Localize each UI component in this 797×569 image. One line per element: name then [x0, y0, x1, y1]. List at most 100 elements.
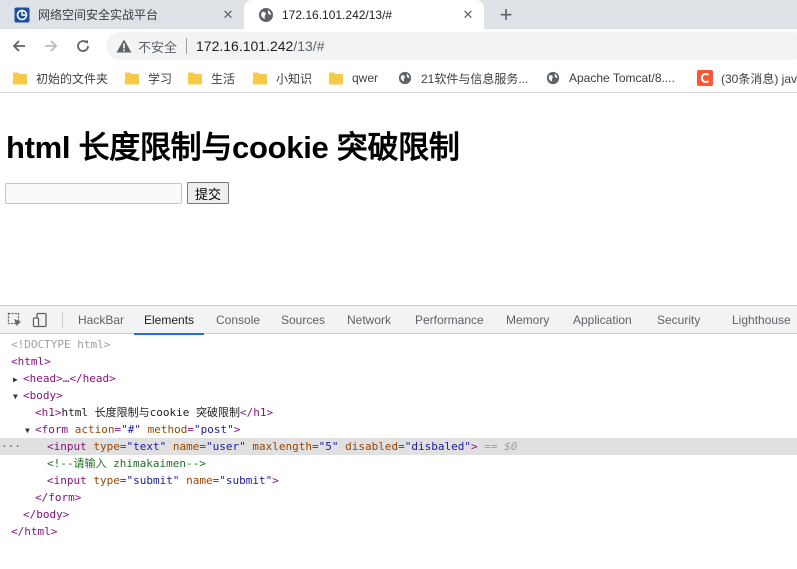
attr-value: "5" — [318, 440, 339, 453]
bookmark-folder-life[interactable]: 生活 — [187, 69, 235, 87]
h1-text: html 长度限制与cookie 突破限制 — [61, 406, 240, 419]
attr-name: disabled — [345, 440, 399, 453]
devtools-panel: HackBar Elements Console Sources Network… — [0, 305, 797, 569]
dom-html-open[interactable]: <html> — [0, 353, 797, 370]
folder-icon — [252, 71, 268, 85]
attr-name: maxlength — [252, 440, 312, 453]
attr-name: name — [186, 474, 213, 487]
bookmark-tomcat[interactable]: Apache Tomcat/8.... — [545, 69, 675, 87]
dom-h1[interactable]: <h1>html 长度限制与cookie 突破限制</h1> — [0, 404, 797, 421]
tag-html: <html> — [11, 355, 51, 368]
url-path: /13/# — [293, 38, 325, 54]
address-divider — [186, 38, 188, 54]
folder-icon — [187, 71, 203, 85]
bookmarks-bar: 初始的文件夹 学习 生活 小知识 qwer 21软件与信息服务... Apach… — [0, 63, 797, 93]
inspect-element-icon[interactable] — [7, 312, 23, 328]
dom-form-close[interactable]: </form> — [0, 489, 797, 506]
warning-triangle-icon[interactable] — [116, 38, 132, 54]
collapse-triangle-icon[interactable]: ▼ — [25, 422, 35, 439]
bookmark-label: 初始的文件夹 — [36, 71, 109, 86]
globe-icon — [397, 71, 413, 85]
dom-input-submit[interactable]: <input type="submit" name="submit"> — [0, 472, 797, 489]
devtools-tabbar: HackBar Elements Console Sources Network… — [0, 306, 797, 335]
reload-icon[interactable] — [70, 33, 96, 59]
forward-arrow-icon[interactable] — [38, 33, 64, 59]
tab-performance[interactable]: Performance — [415, 306, 484, 334]
bookmark-label: 21软件与信息服务... — [421, 71, 529, 86]
globe-icon — [258, 7, 274, 23]
dom-body-close[interactable]: </body> — [0, 506, 797, 523]
tab-application[interactable]: Application — [573, 306, 632, 334]
dom-body-open[interactable]: ▼ <body> — [0, 387, 797, 404]
browser-toolbar: 不安全 172.16.101.242/13/# — [0, 29, 797, 63]
globe-icon — [545, 71, 561, 85]
device-toolbar-icon[interactable] — [32, 312, 48, 328]
tag-head: <head>…</head> — [23, 372, 116, 385]
address-bar[interactable]: 不安全 172.16.101.242/13/# — [106, 32, 797, 60]
platform-favicon-icon — [14, 7, 30, 23]
folder-icon — [12, 71, 28, 85]
bookmark-label: qwer — [352, 71, 379, 85]
tab-memory[interactable]: Memory — [506, 306, 549, 334]
folder-icon — [124, 71, 140, 85]
submit-button[interactable]: 提交 — [187, 182, 229, 204]
attr-value: "submit" — [126, 474, 180, 487]
tab-console[interactable]: Console — [216, 306, 260, 334]
bookmark-folder-qwer[interactable]: qwer — [328, 69, 378, 87]
bookmark-folder-initial[interactable]: 初始的文件夹 — [12, 69, 108, 87]
tab-network[interactable]: Network — [347, 306, 391, 334]
toolbar-divider — [62, 312, 63, 328]
dom-form-open[interactable]: ▼ <form action="#" method="post"> — [0, 421, 797, 438]
tag-html-close: </html> — [11, 525, 58, 538]
attr-value: "disbaled" — [404, 440, 471, 453]
close-icon[interactable]: ✕ — [460, 7, 476, 23]
dom-html-close[interactable]: </html> — [0, 523, 797, 540]
tab-strip: 网络空间安全实战平台 ✕ 172.16.101.242/13/# ✕ + — [0, 0, 797, 29]
dom-input-user-selected[interactable]: ··· <input type="text" name="user" maxle… — [0, 438, 797, 455]
doctype-text: <!DOCTYPE html> — [11, 338, 111, 351]
attr-name: type — [93, 474, 120, 487]
dom-comment[interactable]: <!--请输入 zhimakaimen--> — [0, 455, 797, 472]
bookmark-folder-study[interactable]: 学习 — [124, 69, 172, 87]
attr-name: type — [93, 440, 120, 453]
bookmark-label: 学习 — [148, 71, 173, 86]
tab-title: 网络空间安全实战平台 — [38, 8, 159, 22]
more-options-icon[interactable]: ··· — [1, 438, 21, 455]
attr-value: "post" — [194, 423, 234, 436]
collapse-triangle-icon[interactable]: ▼ — [13, 388, 23, 405]
tab-security[interactable]: Security — [657, 306, 700, 334]
attr-name: name — [172, 440, 200, 453]
insecure-label[interactable]: 不安全 — [138, 37, 177, 56]
dom-head[interactable]: ▶ <head>…</head> — [0, 370, 797, 387]
selected-node-marker: == $0 — [484, 440, 518, 453]
tag-form: form — [41, 423, 69, 436]
attr-value: "#" — [121, 423, 141, 436]
new-tab-icon[interactable]: + — [494, 3, 518, 27]
user-input[interactable] — [5, 183, 182, 204]
bookmark-csdn[interactable]: (30条消息) jav — [697, 69, 797, 87]
tab-platform[interactable]: 网络空间安全实战平台 ✕ — [0, 0, 244, 29]
page-title: html 长度限制与cookie 突破限制 — [6, 130, 460, 165]
bookmark-label: Apache Tomcat/8.... — [569, 71, 675, 85]
bookmark-label: (30条消息) jav — [721, 71, 797, 86]
tab-hackbar[interactable]: HackBar — [78, 306, 124, 334]
tag-form-close: </form> — [35, 491, 82, 504]
tab-current[interactable]: 172.16.101.242/13/# ✕ — [244, 0, 484, 29]
tag-body: <body> — [23, 389, 63, 402]
folder-icon — [328, 71, 344, 85]
dom-doctype[interactable]: <!DOCTYPE html> — [0, 336, 797, 353]
elements-dom-tree: <!DOCTYPE html> <html> ▶ <head>…</head> ▼… — [0, 335, 797, 569]
tab-sources[interactable]: Sources — [281, 306, 325, 334]
tag-h1-open: <h1> — [35, 406, 62, 419]
bookmark-folder-tips[interactable]: 小知识 — [252, 69, 312, 87]
bookmark-software[interactable]: 21软件与信息服务... — [397, 69, 528, 87]
tab-elements[interactable]: Elements — [133, 306, 205, 335]
url-host: 172.16.101.242 — [196, 38, 294, 54]
close-icon[interactable]: ✕ — [220, 7, 236, 23]
attr-value: "user" — [206, 440, 246, 453]
tab-lighthouse[interactable]: Lighthouse — [732, 306, 791, 334]
expand-triangle-icon[interactable]: ▶ — [13, 371, 23, 388]
attr-value: "text" — [126, 440, 167, 453]
tag-body-close: </body> — [23, 508, 70, 521]
back-arrow-icon[interactable] — [6, 33, 32, 59]
